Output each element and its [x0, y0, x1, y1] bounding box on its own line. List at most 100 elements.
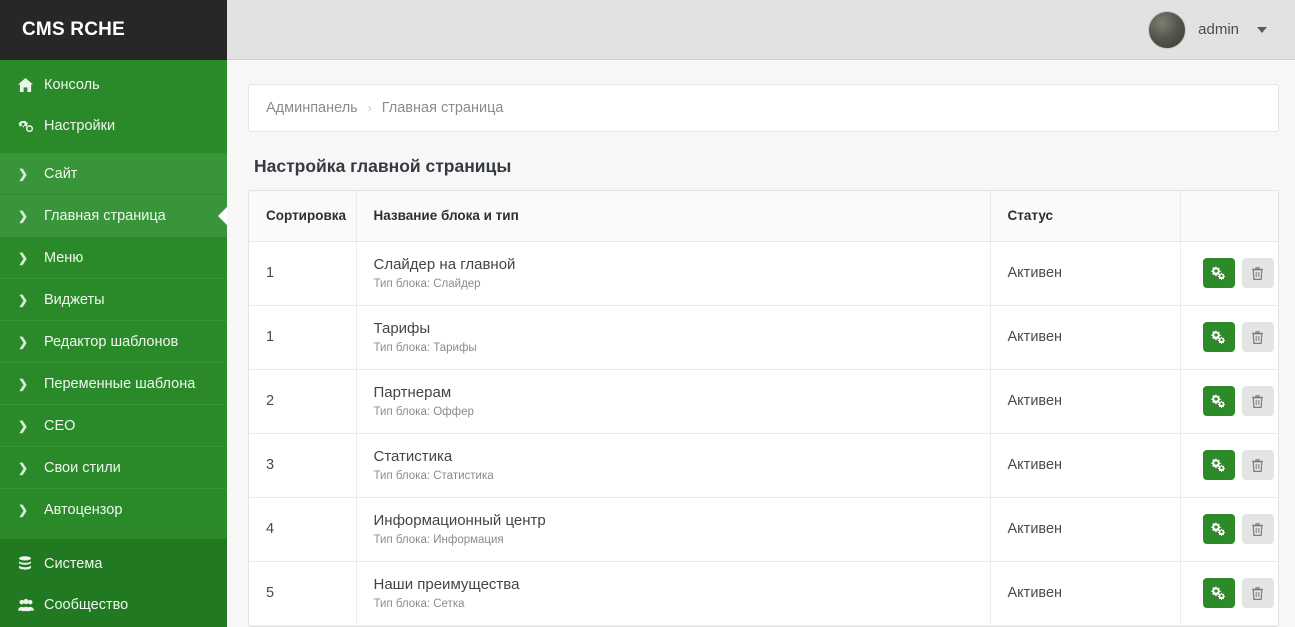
admin-panel: CMS RCHE Консоль Настройки ❯ Сайт ❯ Глав…: [0, 0, 1295, 627]
cell-actions: [1180, 241, 1279, 306]
sidebar-item-label: Автоцензор: [44, 502, 123, 518]
sidebar-item-community[interactable]: Сообщество: [0, 584, 227, 625]
cell-name: Статистика Тип блока: Статистика: [356, 433, 991, 498]
sidebar-item-site[interactable]: ❯ Сайт: [0, 153, 227, 195]
row-actions: [1202, 578, 1279, 608]
chevron-right-icon: ❯: [18, 460, 29, 475]
cell-sort: 1: [249, 241, 357, 306]
cell-status: Активен: [990, 497, 1181, 562]
trash-icon: [1251, 522, 1264, 537]
block-title: Статистика: [373, 448, 453, 465]
table-row: 1 Тарифы Тип блока: Тарифы Активен: [249, 305, 1279, 370]
cell-sort: 1: [249, 305, 357, 370]
users-icon: [18, 598, 44, 612]
sidebar-item-console[interactable]: Консоль: [0, 64, 227, 105]
delete-button[interactable]: [1241, 258, 1274, 288]
chevron-right-icon: ❯: [18, 250, 29, 265]
chevron-right-icon: ❯: [18, 503, 29, 517]
settings-button[interactable]: [1202, 322, 1235, 352]
sidebar-item-label: Сайт: [44, 165, 78, 182]
block-type: Тип блока: Информация: [373, 534, 504, 546]
delete-button[interactable]: [1241, 386, 1274, 416]
table-head: Сортировка Название блока и тип Статус: [249, 191, 1278, 242]
delete-button[interactable]: [1241, 514, 1274, 544]
brand-logo[interactable]: CMS RCHE: [0, 0, 227, 60]
sidebar-item-autocensor[interactable]: ❯ Автоцензор: [0, 489, 227, 531]
cell-name: Наши преимущества Тип блока: Сетка: [356, 561, 991, 626]
column-header-sort: Сортировка: [249, 191, 357, 242]
trash-icon: [1251, 458, 1264, 473]
breadcrumb: Админпанель › Главная страница: [248, 84, 1279, 132]
cogs-icon: [1211, 586, 1226, 600]
chevron-right-icon: ❯: [18, 376, 29, 391]
column-header-actions: [1180, 191, 1278, 242]
column-header-name: Название блока и тип: [356, 191, 991, 242]
sidebar-item-label: Главная страница: [44, 207, 166, 224]
delete-button[interactable]: [1241, 578, 1274, 608]
sidebar-item-settings[interactable]: Настройки: [0, 105, 227, 146]
avatar: [1148, 10, 1187, 49]
table-row: 4 Информационный центр Тип блока: Информ…: [249, 497, 1279, 562]
sidebar-item-menu[interactable]: ❯ Меню: [0, 237, 227, 279]
row-actions: [1202, 258, 1279, 288]
cell-sort: 4: [249, 497, 357, 562]
sidebar-primary-nav: Консоль Настройки: [0, 60, 227, 146]
trash-icon: [1251, 330, 1264, 345]
delete-button[interactable]: [1241, 450, 1274, 480]
cell-actions: [1180, 497, 1279, 562]
delete-button[interactable]: [1241, 322, 1274, 352]
main-area: admin Админпанель › Главная страница Нас…: [227, 0, 1295, 627]
row-actions: [1202, 514, 1279, 544]
chevron-right-icon: ❯: [18, 334, 29, 349]
sidebar-item-main-page[interactable]: ❯ Главная страница: [0, 195, 227, 237]
content-wrapper: Админпанель › Главная страница Настройка…: [227, 60, 1295, 627]
settings-button[interactable]: [1202, 258, 1235, 288]
chevron-right-icon: ❯: [18, 292, 29, 307]
sidebar-item-label: Редактор шаблонов: [44, 333, 179, 350]
row-actions: [1202, 386, 1279, 416]
chevron-right-icon: ❯: [18, 166, 29, 181]
sidebar-item-label: CEO: [44, 417, 76, 434]
breadcrumb-root[interactable]: Админпанель: [266, 100, 358, 116]
settings-button[interactable]: [1202, 578, 1235, 608]
table-row: 2 Партнерам Тип блока: Оффер Активен: [249, 369, 1279, 434]
cell-sort: 2: [249, 369, 357, 434]
settings-button[interactable]: [1202, 450, 1235, 480]
row-actions: [1202, 322, 1279, 352]
block-title: Тарифы: [373, 320, 431, 337]
sidebar-item-system[interactable]: Система: [0, 543, 227, 584]
block-title: Слайдер на главной: [373, 256, 516, 273]
settings-button[interactable]: [1202, 514, 1235, 544]
sidebar-item-template-variables[interactable]: ❯ Переменные шаблона: [0, 363, 227, 405]
block-type: Тип блока: Оффер: [373, 406, 474, 418]
sidebar-item-ceo[interactable]: ❯ CEO: [0, 405, 227, 447]
table-row: 3 Статистика Тип блока: Статистика Актив…: [249, 433, 1278, 498]
sidebar-item-label: Виджеты: [44, 291, 105, 308]
chevron-right-icon: ❯: [18, 418, 29, 433]
cell-name: Тарифы Тип блока: Тарифы: [356, 305, 991, 370]
trash-icon: [1251, 586, 1264, 601]
table-header-row: Сортировка Название блока и тип Статус: [249, 191, 1278, 242]
brand-title: CMS RCHE: [22, 19, 125, 40]
sidebar-item-label: Система: [44, 555, 103, 572]
cogs-icon: [1211, 458, 1226, 472]
cell-sort: 3: [249, 433, 357, 498]
sidebar-item-custom-styles[interactable]: ❯ Свои стили: [0, 447, 227, 489]
blocks-table-panel: Сортировка Название блока и тип Статус 1…: [248, 190, 1279, 627]
sidebar-item-widgets[interactable]: ❯ Виджеты: [0, 279, 227, 321]
user-menu[interactable]: admin: [1148, 10, 1267, 49]
block-type: Тип блока: Статистика: [373, 470, 494, 482]
cell-status: Активен: [990, 369, 1181, 434]
cell-actions: [1180, 369, 1279, 434]
cell-name: Партнерам Тип блока: Оффер: [356, 369, 991, 434]
block-type: Тип блока: Тарифы: [373, 342, 477, 354]
cogs-icon: [1211, 394, 1226, 408]
table-row: 1 Слайдер на главной Тип блока: Слайдер …: [249, 241, 1279, 306]
table-body: 1 Слайдер на главной Тип блока: Слайдер …: [249, 241, 1279, 626]
cogs-icon: [18, 119, 44, 133]
column-header-status: Статус: [990, 191, 1181, 242]
chevron-down-icon[interactable]: [1257, 26, 1267, 33]
settings-button[interactable]: [1202, 386, 1235, 416]
cell-actions: [1180, 305, 1279, 370]
sidebar-item-template-editor[interactable]: ❯ Редактор шаблонов: [0, 321, 227, 363]
